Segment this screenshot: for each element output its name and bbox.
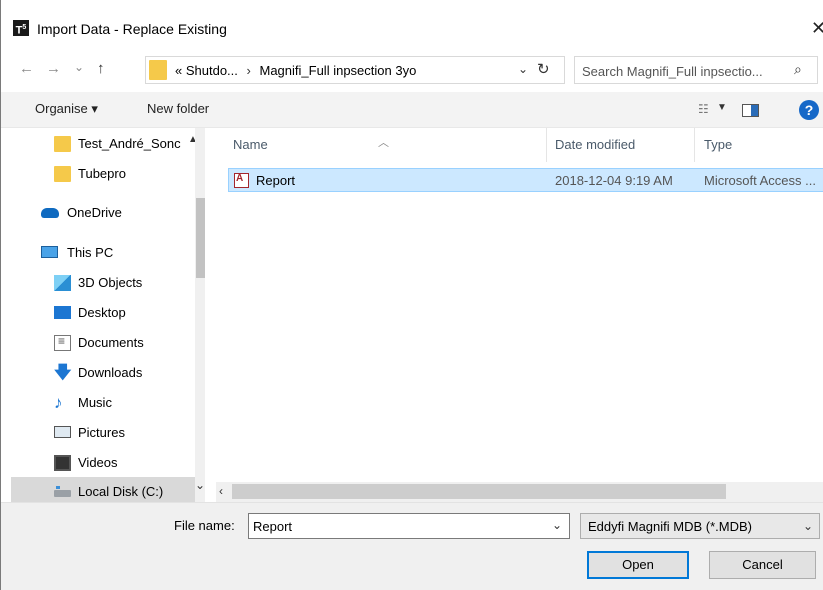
help-icon[interactable]: ? — [799, 100, 819, 120]
access-database-icon — [234, 173, 249, 188]
address-row: ← → ⌄ ↑ « Shutdo... › Magnifi_Full inpse… — [1, 52, 823, 86]
folder-icon — [54, 166, 71, 182]
nav-scrollbar-thumb[interactable] — [196, 198, 205, 278]
nav-item-tubepro[interactable]: Tubepro — [11, 159, 195, 189]
file-name-input[interactable] — [253, 518, 533, 535]
downloads-icon: 🡇 — [54, 363, 72, 382]
date-modified-cell: 2018-12-04 9:19 AM — [555, 173, 673, 188]
onedrive-icon — [41, 208, 59, 218]
file-name-label: File name: — [174, 518, 235, 533]
3d-objects-icon — [54, 275, 71, 291]
nav-item-label: This PC — [67, 245, 114, 260]
forward-arrow-icon[interactable]: → — [46, 60, 61, 77]
address-bar[interactable]: « Shutdo... › Magnifi_Full inpsection 3y… — [145, 56, 565, 84]
sort-ascending-icon: ︿ — [378, 137, 389, 149]
nav-item-desktop[interactable]: Desktop — [11, 298, 195, 328]
folder-icon — [54, 136, 71, 152]
organise-button[interactable]: Organise ▾ — [35, 101, 98, 117]
nav-item-pictures[interactable]: Pictures — [11, 418, 195, 448]
nav-item-label: Desktop — [78, 305, 126, 320]
music-icon: ♪ — [54, 393, 63, 412]
nav-item-downloads[interactable]: 🡇 Downloads — [11, 358, 195, 388]
column-header-type[interactable]: Type — [704, 128, 732, 162]
search-box[interactable]: ⌕ — [574, 56, 818, 84]
address-dropdown-icon[interactable]: ⌄ — [518, 62, 528, 76]
column-divider[interactable] — [694, 128, 695, 162]
scroll-down-icon[interactable]: ⌄ — [195, 478, 205, 492]
file-type-select[interactable]: Eddyfi Magnifi MDB (*.MDB) ⌄ — [580, 513, 820, 539]
breadcrumb-separator-icon[interactable]: › — [247, 63, 251, 78]
nav-item-label: Videos — [78, 455, 118, 470]
desktop-icon — [54, 306, 71, 319]
documents-icon — [54, 334, 71, 351]
up-arrow-icon[interactable]: ↑ — [97, 60, 105, 77]
view-options-icon[interactable]: ☷ — [698, 102, 709, 116]
folder-icon — [149, 60, 167, 80]
nav-item-label: Downloads — [78, 365, 143, 380]
import-dialog: T5 Import Data - Replace Existing ✕ ← → … — [0, 0, 823, 590]
nav-item-label: Pictures — [78, 425, 125, 440]
pc-icon — [41, 246, 58, 258]
type-cell: Microsoft Access ... — [704, 173, 816, 188]
nav-item-label: Test_André_Sonc — [78, 136, 181, 151]
view-chevron-icon[interactable]: ▼ — [717, 102, 727, 113]
app-icon: T5 — [13, 20, 29, 37]
file-type-value: Eddyfi Magnifi MDB (*.MDB) — [588, 519, 752, 534]
file-name-dropdown-icon[interactable]: ⌄ — [552, 518, 562, 532]
nav-item-documents[interactable]: Documents — [11, 328, 195, 358]
search-icon[interactable]: ⌕ — [794, 61, 802, 78]
new-folder-button[interactable]: New folder — [147, 101, 209, 116]
column-header-date-modified[interactable]: Date modified — [555, 128, 635, 162]
nav-item-test-andre[interactable]: Test_André_Sonc — [11, 129, 195, 159]
file-name-combobox[interactable]: ⌄ — [248, 513, 570, 539]
column-header-name[interactable]: Name — [233, 128, 268, 162]
nav-item-onedrive[interactable]: OneDrive — [11, 198, 195, 228]
navigation-pane: Test_André_Sonc Tubepro OneDrive This PC… — [11, 128, 205, 502]
videos-icon — [54, 455, 71, 471]
nav-scrollbar[interactable] — [195, 128, 205, 502]
nav-item-label: Documents — [78, 335, 144, 350]
open-button[interactable]: Open — [587, 551, 689, 579]
nav-item-label: Music — [78, 395, 112, 410]
nav-item-label: OneDrive — [67, 205, 122, 220]
command-bar: Organise ▾ New folder ☷ ▼ ? — [1, 92, 823, 128]
cancel-button[interactable]: Cancel — [709, 551, 816, 579]
local-disk-icon — [54, 486, 71, 497]
preview-pane-icon[interactable] — [742, 104, 759, 117]
pictures-icon — [54, 426, 71, 438]
close-icon[interactable]: ✕ — [811, 18, 823, 39]
breadcrumb-item-current[interactable]: Magnifi_Full inpsection 3yo — [260, 63, 417, 78]
file-list: ︿ Name Date modified Type Report 2018-12… — [206, 128, 823, 502]
horizontal-scrollbar-thumb[interactable] — [232, 484, 726, 499]
table-row[interactable]: Report 2018-12-04 9:19 AM Microsoft Acce… — [228, 168, 823, 192]
refresh-icon[interactable]: ↻ — [537, 60, 550, 78]
nav-item-music[interactable]: ♪ Music — [11, 388, 195, 418]
nav-item-3d-objects[interactable]: 3D Objects — [11, 268, 195, 298]
window-title: Import Data - Replace Existing — [37, 21, 227, 37]
recent-locations-chevron-icon[interactable]: ⌄ — [74, 60, 84, 74]
title-bar: T5 Import Data - Replace Existing ✕ — [1, 0, 823, 46]
nav-item-label: 3D Objects — [78, 275, 143, 290]
back-arrow-icon[interactable]: ← — [19, 60, 34, 77]
column-divider[interactable] — [546, 128, 547, 162]
dialog-footer: File name: ⌄ Eddyfi Magnifi MDB (*.MDB) … — [1, 502, 823, 590]
breadcrumb-overflow[interactable]: « — [175, 63, 182, 78]
file-type-dropdown-icon[interactable]: ⌄ — [803, 519, 813, 533]
nav-item-label: Tubepro — [78, 166, 126, 181]
file-name-cell: Report — [256, 173, 296, 188]
nav-item-local-disk[interactable]: Local Disk (C:) — [11, 477, 195, 502]
breadcrumb-item-shutdown[interactable]: Shutdo... — [186, 63, 238, 78]
breadcrumb: « Shutdo... › Magnifi_Full inpsection 3y… — [175, 63, 416, 78]
nav-item-videos[interactable]: Videos — [11, 448, 195, 478]
horizontal-scrollbar[interactable]: ‹ — [216, 482, 823, 502]
nav-item-this-pc[interactable]: This PC — [11, 238, 195, 268]
scroll-left-icon[interactable]: ‹ — [219, 484, 223, 498]
nav-item-label: Local Disk (C:) — [78, 484, 164, 499]
search-input[interactable] — [582, 62, 782, 80]
